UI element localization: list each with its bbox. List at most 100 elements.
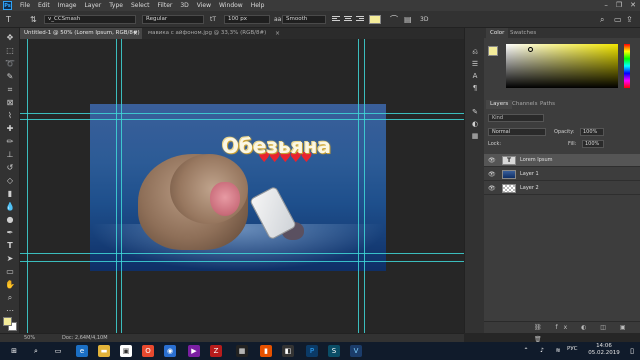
eye-icon[interactable]: 👁 [488,157,496,164]
volume-icon[interactable]: ♪ [536,345,548,357]
guide-vertical[interactable] [121,39,122,333]
history-brush-icon[interactable]: ↺ [4,162,16,173]
layer-name[interactable]: Layer 1 [520,171,539,177]
eye-icon[interactable]: 👁 [488,171,496,178]
edge-icon[interactable]: e [76,345,88,357]
app-icon[interactable]: ▦ [236,345,248,357]
foreground-color[interactable] [488,46,498,56]
gradient-tool-icon[interactable]: ▮ [4,188,16,199]
properties-icon[interactable]: ☰ [470,60,480,69]
menu-help[interactable]: Help [247,2,269,9]
chrome-icon[interactable]: ◉ [164,345,176,357]
eye-icon[interactable]: 👁 [488,185,496,192]
layer-row-layer-2[interactable]: 👁 Layer 2 [484,182,640,195]
app-icon-v[interactable]: V [350,345,362,357]
character-icon[interactable]: A [470,72,480,81]
restore-icon[interactable]: ❐ [616,1,622,9]
healing-tool-icon[interactable]: ✚ [4,123,16,134]
guide-vertical[interactable] [27,39,28,333]
guide-horizontal[interactable] [20,261,464,262]
lasso-tool-icon[interactable]: ➰ [4,58,16,69]
blend-mode-select[interactable]: Normal [488,128,546,136]
more-tools-icon[interactable]: ⋯ [4,305,16,316]
history-icon[interactable]: ⎌ [470,48,480,57]
guide-horizontal[interactable] [20,119,464,120]
move-tool-icon[interactable]: ✥ [4,32,16,43]
adjustments-icon[interactable]: ◐ [470,120,480,129]
layer-name[interactable]: Layer 2 [520,185,539,191]
wifi-icon[interactable]: ≋ [552,345,564,357]
crop-tool-icon[interactable]: ⌗ [4,84,16,95]
canvas-title-text[interactable]: Обезьяна [222,134,331,158]
pen-tool-icon[interactable]: ✒ [4,227,16,238]
notifications-icon[interactable]: ▯ [626,345,638,357]
guide-vertical[interactable] [364,39,365,333]
warp-text-icon[interactable]: ⌒ [390,14,398,25]
media-icon[interactable]: ▶ [188,345,200,357]
guide-horizontal[interactable] [20,253,464,254]
document-canvas[interactable]: ♥♥♥♥♥ Обезьяна [90,104,386,271]
menu-select[interactable]: Select [127,2,154,9]
clock[interactable]: 14:06 05.02.2019 [588,343,620,357]
layer-name[interactable]: Lorem Ipsum [520,157,553,163]
menu-layer[interactable]: Layer [80,2,105,9]
eyedropper-tool-icon[interactable]: ⌇ [4,110,16,121]
brush-tool-icon[interactable]: ✏ [4,136,16,147]
app-icon-teal[interactable]: S [328,345,340,357]
antialias-select[interactable]: Smooth [282,15,326,24]
layers-footer-icons[interactable]: ⛓ fx ◐ ◫ ▣ 🗑 [484,321,640,343]
search-icon[interactable]: ⌕ [30,345,42,357]
guide-vertical[interactable] [116,39,117,333]
quick-select-tool-icon[interactable]: ✎ [4,71,16,82]
type-tool-icon[interactable]: T [6,14,11,25]
minimize-icon[interactable]: – [604,1,608,9]
tab-untitled-1[interactable]: Untitled-1 @ 50% (Lorem Ipsum, RGB/8#) *… [20,28,142,47]
store-icon[interactable]: ▣ [120,345,132,357]
layer-row-layer-1[interactable]: 👁 Layer 1 [484,168,640,181]
tab-swatches[interactable]: Swatches [506,28,540,38]
close-icon[interactable]: ✕ [630,1,636,9]
align-left-icon[interactable] [332,16,340,23]
rectangle-tool-icon[interactable]: ▭ [4,266,16,277]
menu-view[interactable]: View [193,2,215,9]
dodge-tool-icon[interactable]: ● [4,214,16,225]
network-icon[interactable]: ⌃ [520,345,532,357]
opera-icon[interactable]: O [142,345,154,357]
font-family-select[interactable]: v_CCSmash [44,15,136,24]
menu-3d[interactable]: 3D [176,2,192,9]
character-panel-icon[interactable]: ▤ [404,14,412,25]
color-field[interactable] [506,44,618,88]
tab-monkey-jpg[interactable]: мавика с айфоном.jpg @ 33,3% (RGB/8#) × [144,28,284,39]
brush-settings-icon[interactable]: ✎ [470,108,480,117]
hue-slider[interactable] [624,44,630,88]
color-swatches[interactable] [3,317,17,331]
layer-filter-select[interactable]: Kind [488,114,544,122]
workspace-icon[interactable]: ▭ [614,14,622,25]
filezilla-icon[interactable]: Z [210,345,222,357]
text-color-swatch[interactable] [369,15,381,24]
photoshop-icon[interactable]: P [306,345,318,357]
menu-window[interactable]: Window [215,2,247,9]
search-icon[interactable]: ⌕ [600,14,604,25]
font-size-select[interactable]: 100 px [224,15,270,24]
guide-horizontal[interactable] [20,113,464,114]
frame-tool-icon[interactable]: ⊠ [4,97,16,108]
menu-type[interactable]: Type [105,2,127,9]
share-icon[interactable]: ⇪ [626,14,633,25]
app-icon-dark[interactable]: ◧ [282,345,294,357]
zoom-tool-icon[interactable]: ⌕ [4,292,16,303]
libraries-icon[interactable]: ▦ [470,132,480,141]
close-tab-icon[interactable]: × [133,28,138,39]
canvas-area[interactable]: ♥♥♥♥♥ Обезьяна [20,39,464,333]
color-picker-marker[interactable] [528,47,533,52]
close-tab-icon[interactable]: × [275,28,280,39]
align-center-icon[interactable] [344,16,352,23]
marquee-tool-icon[interactable]: ⬚ [4,45,16,56]
opacity-field[interactable]: 100% [580,128,604,136]
menu-file[interactable]: File [16,2,34,9]
orientation-icon[interactable]: ⇅ [30,14,37,25]
eraser-tool-icon[interactable]: ◇ [4,175,16,186]
fill-field[interactable]: 100% [582,140,604,148]
task-view-icon[interactable]: ▭ [52,345,64,357]
tab-paths[interactable]: Paths [536,100,559,109]
